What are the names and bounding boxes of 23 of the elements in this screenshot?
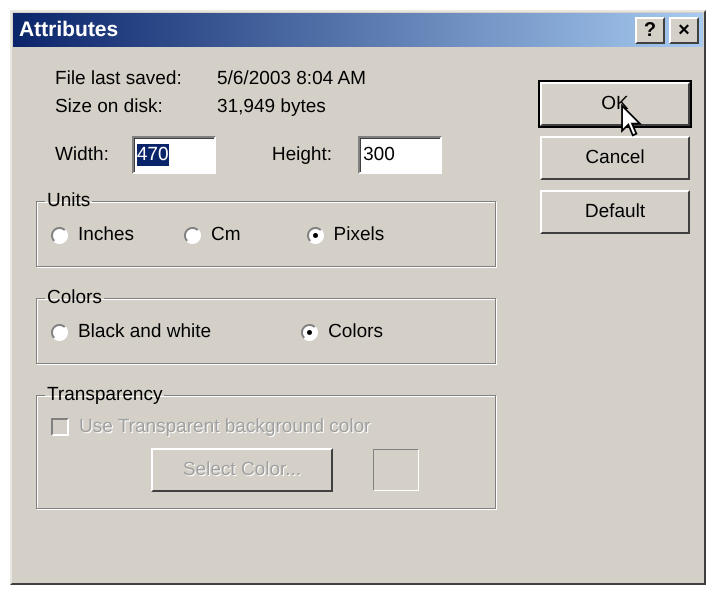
window-title: Attributes — [19, 18, 118, 42]
radio-option[interactable]: Cm — [184, 224, 241, 246]
field-label: Height: — [272, 144, 332, 166]
info-label: File last saved: — [55, 68, 183, 90]
dialog-button[interactable]: Cancel — [540, 136, 690, 180]
input-field[interactable]: 300 — [358, 136, 442, 174]
dialog-button[interactable]: OK — [540, 82, 690, 126]
close-button[interactable]: × — [669, 16, 699, 44]
color-swatch — [373, 449, 419, 491]
radio-option[interactable]: Pixels — [306, 224, 384, 246]
radio-option[interactable]: Black and white — [51, 321, 212, 343]
field-label: Width: — [55, 144, 109, 166]
input-field[interactable]: 470 — [132, 136, 216, 174]
dialog-button[interactable]: Default — [540, 190, 690, 234]
help-button[interactable]: ? — [635, 16, 665, 44]
info-label: Size on disk: — [55, 96, 164, 118]
info-value: 31,949 bytes — [217, 96, 327, 118]
radio-option[interactable]: Inches — [51, 224, 134, 246]
group-title: Units — [46, 190, 92, 212]
group-title: Transparency — [46, 384, 164, 406]
radio-option[interactable]: Colors — [301, 321, 383, 343]
group-title: Colors — [46, 287, 103, 309]
info-value: 5/6/2003 8:04 AM — [217, 68, 367, 90]
